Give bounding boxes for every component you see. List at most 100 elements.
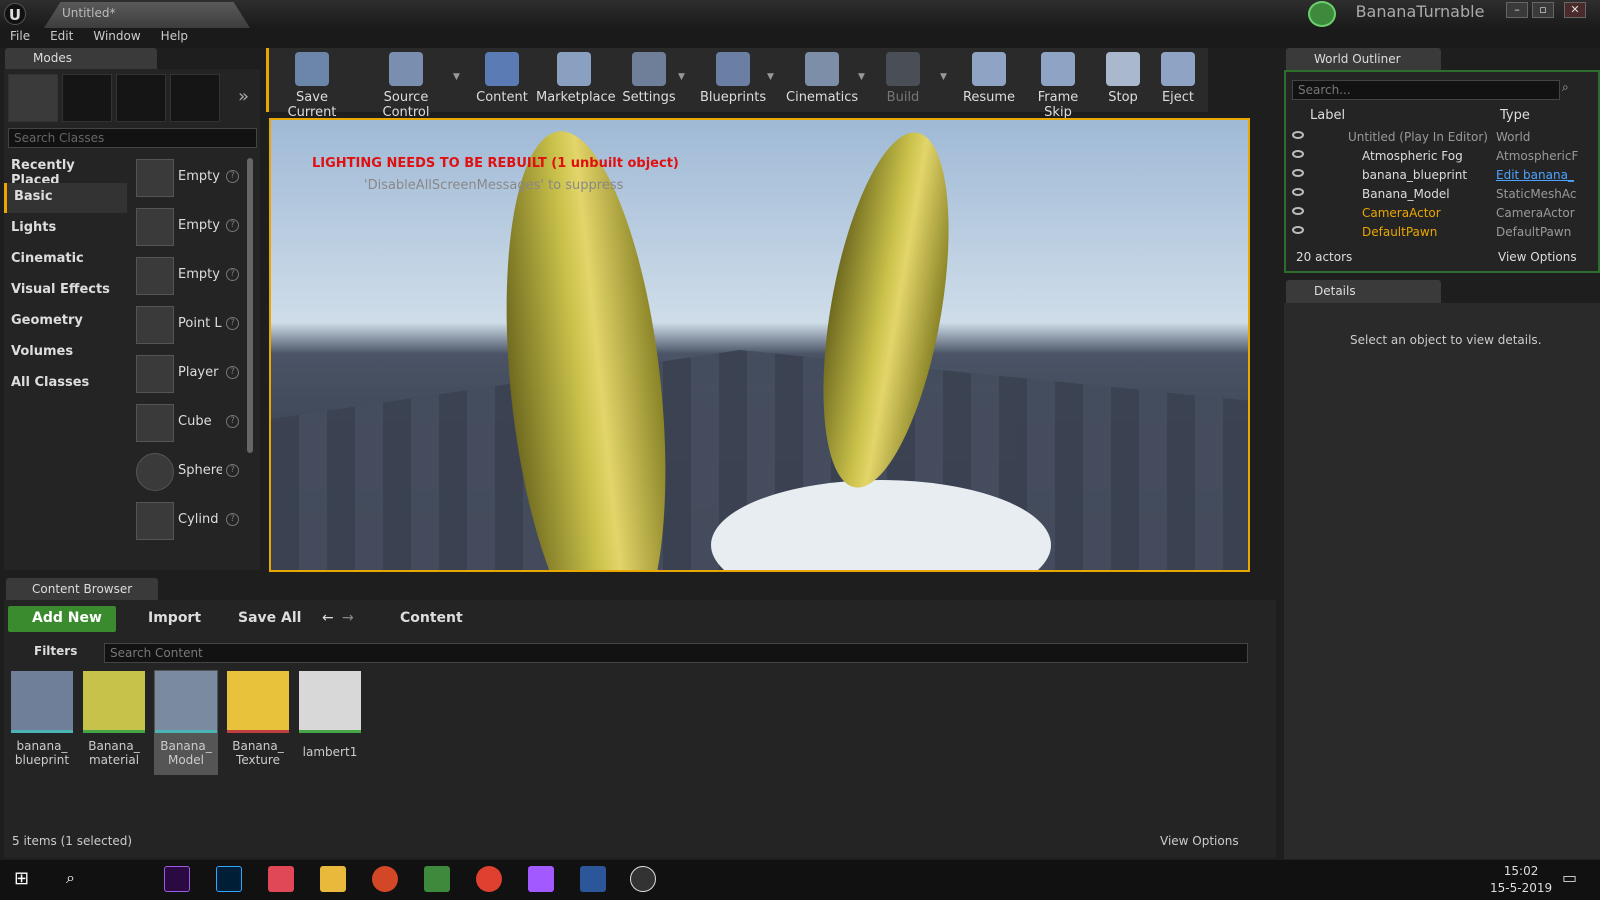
help-icon[interactable]: ? [226,415,239,428]
more-modes-icon[interactable]: » [238,86,249,107]
chevron-down-icon[interactable]: ▼ [767,72,775,82]
category-lights[interactable]: Lights [4,214,127,244]
world-outliner-tab[interactable]: World Outliner [1286,48,1441,70]
eye-icon[interactable] [1292,188,1304,196]
modes-tab[interactable]: Modes [5,48,157,69]
outliner-row-world[interactable]: Untitled (Play In Editor) World [1288,128,1594,147]
search-icon[interactable]: ⌕ [1562,80,1569,95]
unreal-logo-icon[interactable]: U [4,3,26,25]
marketplace-button[interactable]: Marketplace [536,50,616,110]
class-item[interactable]: Cylind? [132,498,242,546]
build-button[interactable]: Build [878,50,928,110]
class-item[interactable]: Sphere? [132,449,242,497]
edit-blueprint-link[interactable]: Edit banana_ [1496,168,1580,182]
figma-icon[interactable] [528,866,554,892]
asset-tile[interactable]: Banana_ material [82,670,146,775]
eject-button[interactable]: Eject [1154,50,1202,110]
outliner-row[interactable]: Banana_Model StaticMeshAc [1288,185,1594,204]
chevron-down-icon[interactable]: ▼ [678,72,686,82]
eye-icon[interactable] [1292,131,1304,139]
category-basic[interactable]: Basic [4,183,127,213]
outliner-row[interactable]: banana_blueprint Edit banana_ [1288,166,1594,185]
notifications-icon[interactable]: ▭ [1562,868,1577,887]
category-geometry[interactable]: Geometry [4,307,127,337]
content-path-breadcrumb[interactable]: Content [400,610,463,626]
help-icon[interactable]: ? [226,464,239,477]
eye-icon[interactable] [1292,226,1304,234]
outliner-row[interactable]: DefaultPawn DefaultPawn [1288,223,1594,242]
category-visual-effects[interactable]: Visual Effects [4,276,127,306]
minimize-button[interactable]: – [1506,2,1528,18]
menu-window[interactable]: Window [83,28,150,44]
chevron-down-icon[interactable]: ▼ [940,72,948,82]
help-icon[interactable]: ? [226,219,239,232]
app-icon[interactable] [268,866,294,892]
resume-button[interactable]: Resume [960,50,1018,110]
modes-scrollbar[interactable] [247,158,253,453]
menu-file[interactable]: File [0,28,40,44]
content-browser-tab[interactable]: Content Browser [6,578,158,600]
powerpoint-icon[interactable] [372,866,398,892]
place-mode-icon[interactable] [8,74,58,122]
import-button[interactable]: Import [148,610,201,626]
photoshop-icon[interactable] [216,866,242,892]
class-item[interactable]: Cube? [132,400,242,448]
chevron-down-icon[interactable]: ▼ [453,72,461,82]
details-tab[interactable]: Details [1286,280,1441,303]
eye-icon[interactable] [1292,169,1304,177]
stop-button[interactable]: Stop [1098,50,1148,110]
eye-icon[interactable] [1292,207,1304,215]
help-icon[interactable]: ? [226,513,239,526]
help-icon[interactable]: ? [226,170,239,183]
file-explorer-icon[interactable] [320,866,346,892]
class-item[interactable]: Empty? [132,155,242,203]
close-button[interactable]: ✕ [1564,2,1586,18]
frame-skip-button[interactable]: Frame Skip [1022,50,1094,120]
filters-button[interactable]: Filters [34,644,77,658]
class-item[interactable]: Empty? [132,204,242,252]
menu-help[interactable]: Help [151,28,198,44]
chevron-down-icon[interactable]: ▼ [858,72,866,82]
class-item[interactable]: Player? [132,351,242,399]
help-icon[interactable]: ? [226,268,239,281]
content-view-options[interactable]: View Options [1160,834,1239,848]
column-type-header[interactable]: Type [1500,108,1530,123]
paint-mode-icon[interactable] [62,74,112,122]
premiere-icon[interactable] [164,866,190,892]
asset-tile[interactable]: lambert1 [298,670,362,775]
search-classes-input[interactable]: Search Classes [8,128,257,148]
menu-edit[interactable]: Edit [40,28,83,44]
outliner-search-input[interactable]: Search... [1292,80,1560,100]
help-icon[interactable]: ? [226,366,239,379]
class-item[interactable]: Point L? [132,302,242,350]
document-tab[interactable]: Untitled* [44,2,250,28]
help-icon[interactable]: ? [226,317,239,330]
maximize-button[interactable]: ▫ [1532,2,1554,18]
asset-tile-selected[interactable]: Banana_ Model [154,670,218,775]
category-recently-placed[interactable]: Recently Placed [4,152,127,188]
search-icon[interactable]: ⌕ [66,868,75,888]
category-cinematic[interactable]: Cinematic [4,245,127,275]
add-new-button[interactable]: Add New [8,606,116,632]
cinematics-button[interactable]: Cinematics [786,50,858,110]
unreal-taskbar-icon[interactable] [630,866,656,892]
outliner-row[interactable]: CameraActor CameraActor [1288,204,1594,223]
eye-icon[interactable] [1292,150,1304,158]
forward-arrow-icon[interactable]: → [342,610,354,626]
app-icon[interactable] [424,866,450,892]
asset-tile[interactable]: banana_ blueprint [10,670,74,775]
back-arrow-icon[interactable]: ← [322,610,334,626]
asset-tile[interactable]: Banana_ Texture [226,670,290,775]
category-volumes[interactable]: Volumes [4,338,127,368]
save-current-button[interactable]: Save Current [274,50,350,120]
content-button[interactable]: Content [474,50,530,110]
source-control-button[interactable]: Source Control [360,50,452,120]
system-clock[interactable]: 15:02 15-5-2019 [1490,863,1552,897]
chrome-icon[interactable] [476,866,502,892]
foliage-mode-icon[interactable] [170,74,220,122]
content-search-input[interactable]: Search Content [104,643,1248,663]
windows-start-icon[interactable]: ⊞ [14,868,29,889]
blueprints-button[interactable]: Blueprints [700,50,766,110]
class-item[interactable]: Empty? [132,253,242,301]
outliner-view-options[interactable]: View Options [1498,250,1577,264]
